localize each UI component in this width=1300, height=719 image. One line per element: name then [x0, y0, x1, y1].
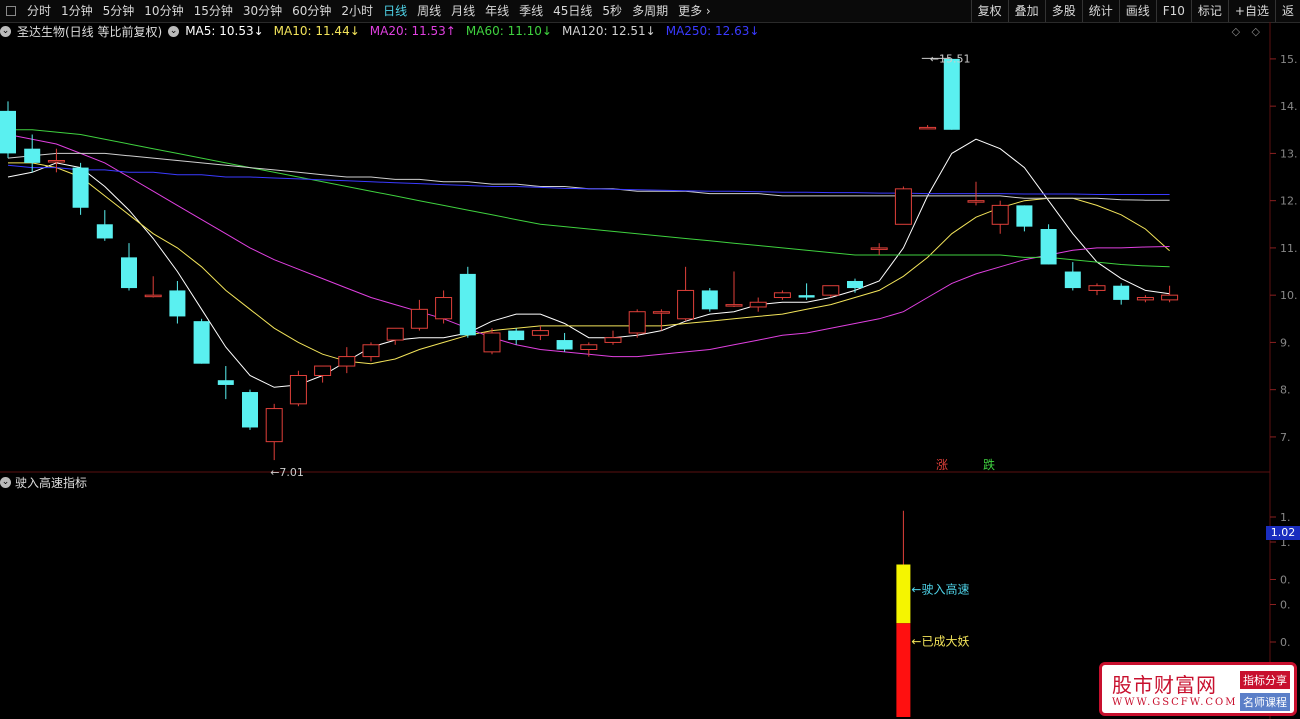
- price-axis-label: 8.: [1280, 384, 1291, 397]
- candle-body: [701, 290, 718, 310]
- candle-body: [72, 167, 89, 208]
- watermark-tag-course: 名师课程: [1240, 693, 1290, 711]
- indicator-title: 驶入高速指标: [15, 475, 88, 490]
- candle-body: [677, 289, 695, 320]
- low-price-label: ←7.01: [270, 466, 304, 479]
- price-axis-label: 10.: [1280, 289, 1298, 302]
- candle-body: [508, 330, 525, 341]
- watermark-url: WWW.GSCFW.COM: [1112, 697, 1238, 708]
- candle-body: [24, 148, 41, 163]
- candle-body: [894, 188, 912, 225]
- candle-body: [1088, 285, 1106, 291]
- candle-body: [1016, 205, 1033, 227]
- watermark-tag-share: 指标分享: [1240, 671, 1290, 689]
- candle-body: [314, 365, 332, 376]
- candle-body: [919, 126, 937, 130]
- candle-body: [193, 321, 210, 364]
- candle-body: [242, 392, 258, 428]
- candle-body: [991, 204, 1009, 225]
- candle-body: [121, 257, 137, 289]
- candle-body: [773, 292, 791, 299]
- candle-body: [0, 110, 16, 154]
- candle-body: [289, 374, 307, 405]
- indicator-bar-red: [896, 623, 911, 717]
- candle-body: [556, 340, 573, 350]
- candle-body: [217, 380, 234, 385]
- indicator-axis-label: 1.: [1280, 511, 1291, 524]
- indicator-axis-label: 0.: [1280, 599, 1291, 612]
- price-axis-label: 7.: [1280, 431, 1291, 444]
- indicator-header: ⌄ 驶入高速指标: [0, 474, 87, 490]
- candle-body: [822, 285, 840, 296]
- candle-body: [1161, 294, 1179, 301]
- candle-body: [1136, 297, 1154, 301]
- candle-body: [531, 330, 549, 336]
- collapse-icon[interactable]: ⌄: [0, 476, 11, 488]
- high-price-label: ←15.51: [930, 52, 971, 65]
- ma-line-ma60: [8, 129, 1170, 268]
- ma-line-ma20: [7, 134, 1170, 358]
- candle-body: [483, 332, 501, 353]
- candle-body: [967, 200, 985, 203]
- candle-body: [459, 273, 476, 336]
- candle-body: [652, 311, 670, 314]
- candle-body: [604, 337, 622, 343]
- candle-body: [749, 301, 767, 308]
- price-axis-label: 14.: [1280, 100, 1298, 113]
- ma-line-ma250: [7, 164, 1170, 195]
- price-axis-label: 13.: [1280, 147, 1298, 160]
- price-axis-label: 9.: [1280, 336, 1291, 349]
- candle-body: [265, 408, 283, 443]
- watermark-name: 股市财富网: [1112, 673, 1217, 697]
- die-marker: 跌: [983, 457, 995, 472]
- price-axis-label: 11.: [1280, 242, 1298, 255]
- candle-body: [847, 280, 863, 289]
- zhang-marker: 涨: [936, 457, 948, 472]
- candle-body: [798, 295, 815, 298]
- price-axis-label: 15.: [1280, 53, 1298, 66]
- candle-body: [144, 294, 162, 298]
- candle-body: [386, 327, 404, 341]
- candle-body: [338, 356, 356, 367]
- candle-body: [169, 290, 186, 317]
- candle-body: [1113, 285, 1130, 300]
- candle-body: [362, 344, 380, 358]
- candle-body: [96, 224, 113, 239]
- indicator-axis-label: 0.: [1280, 636, 1291, 649]
- indicator-bar-yellow: [896, 564, 911, 624]
- watermark-logo: 股市财富网 WWW.GSCFW.COM 指标分享 名师课程: [1099, 662, 1297, 716]
- candle-body: [47, 159, 65, 163]
- candle-body: [943, 58, 960, 130]
- indicator-axis-label: 0.: [1280, 574, 1291, 587]
- kline-chart[interactable]: 15. 14. 13. 12. 11. 10. 9. 8. 7. ←15.51 ←7.01 涨 跌 1. 1…: [0, 0, 1300, 719]
- candle-body: [628, 311, 646, 334]
- candle-body: [580, 344, 598, 351]
- candle-body: [435, 297, 453, 320]
- candle-body: [1064, 271, 1081, 289]
- candle-body: [410, 308, 428, 329]
- price-axis-label: 12.: [1280, 195, 1298, 208]
- candle-body: [725, 304, 743, 307]
- candle-body: [870, 247, 888, 250]
- candle-body: [1040, 229, 1057, 265]
- indicator-label-red: ←已成大妖: [911, 634, 969, 648]
- indicator-current-value: 1.02: [1266, 526, 1300, 540]
- indicator-label-yellow: ←驶入高速: [911, 581, 969, 596]
- ma-line-ma10: [8, 162, 1170, 365]
